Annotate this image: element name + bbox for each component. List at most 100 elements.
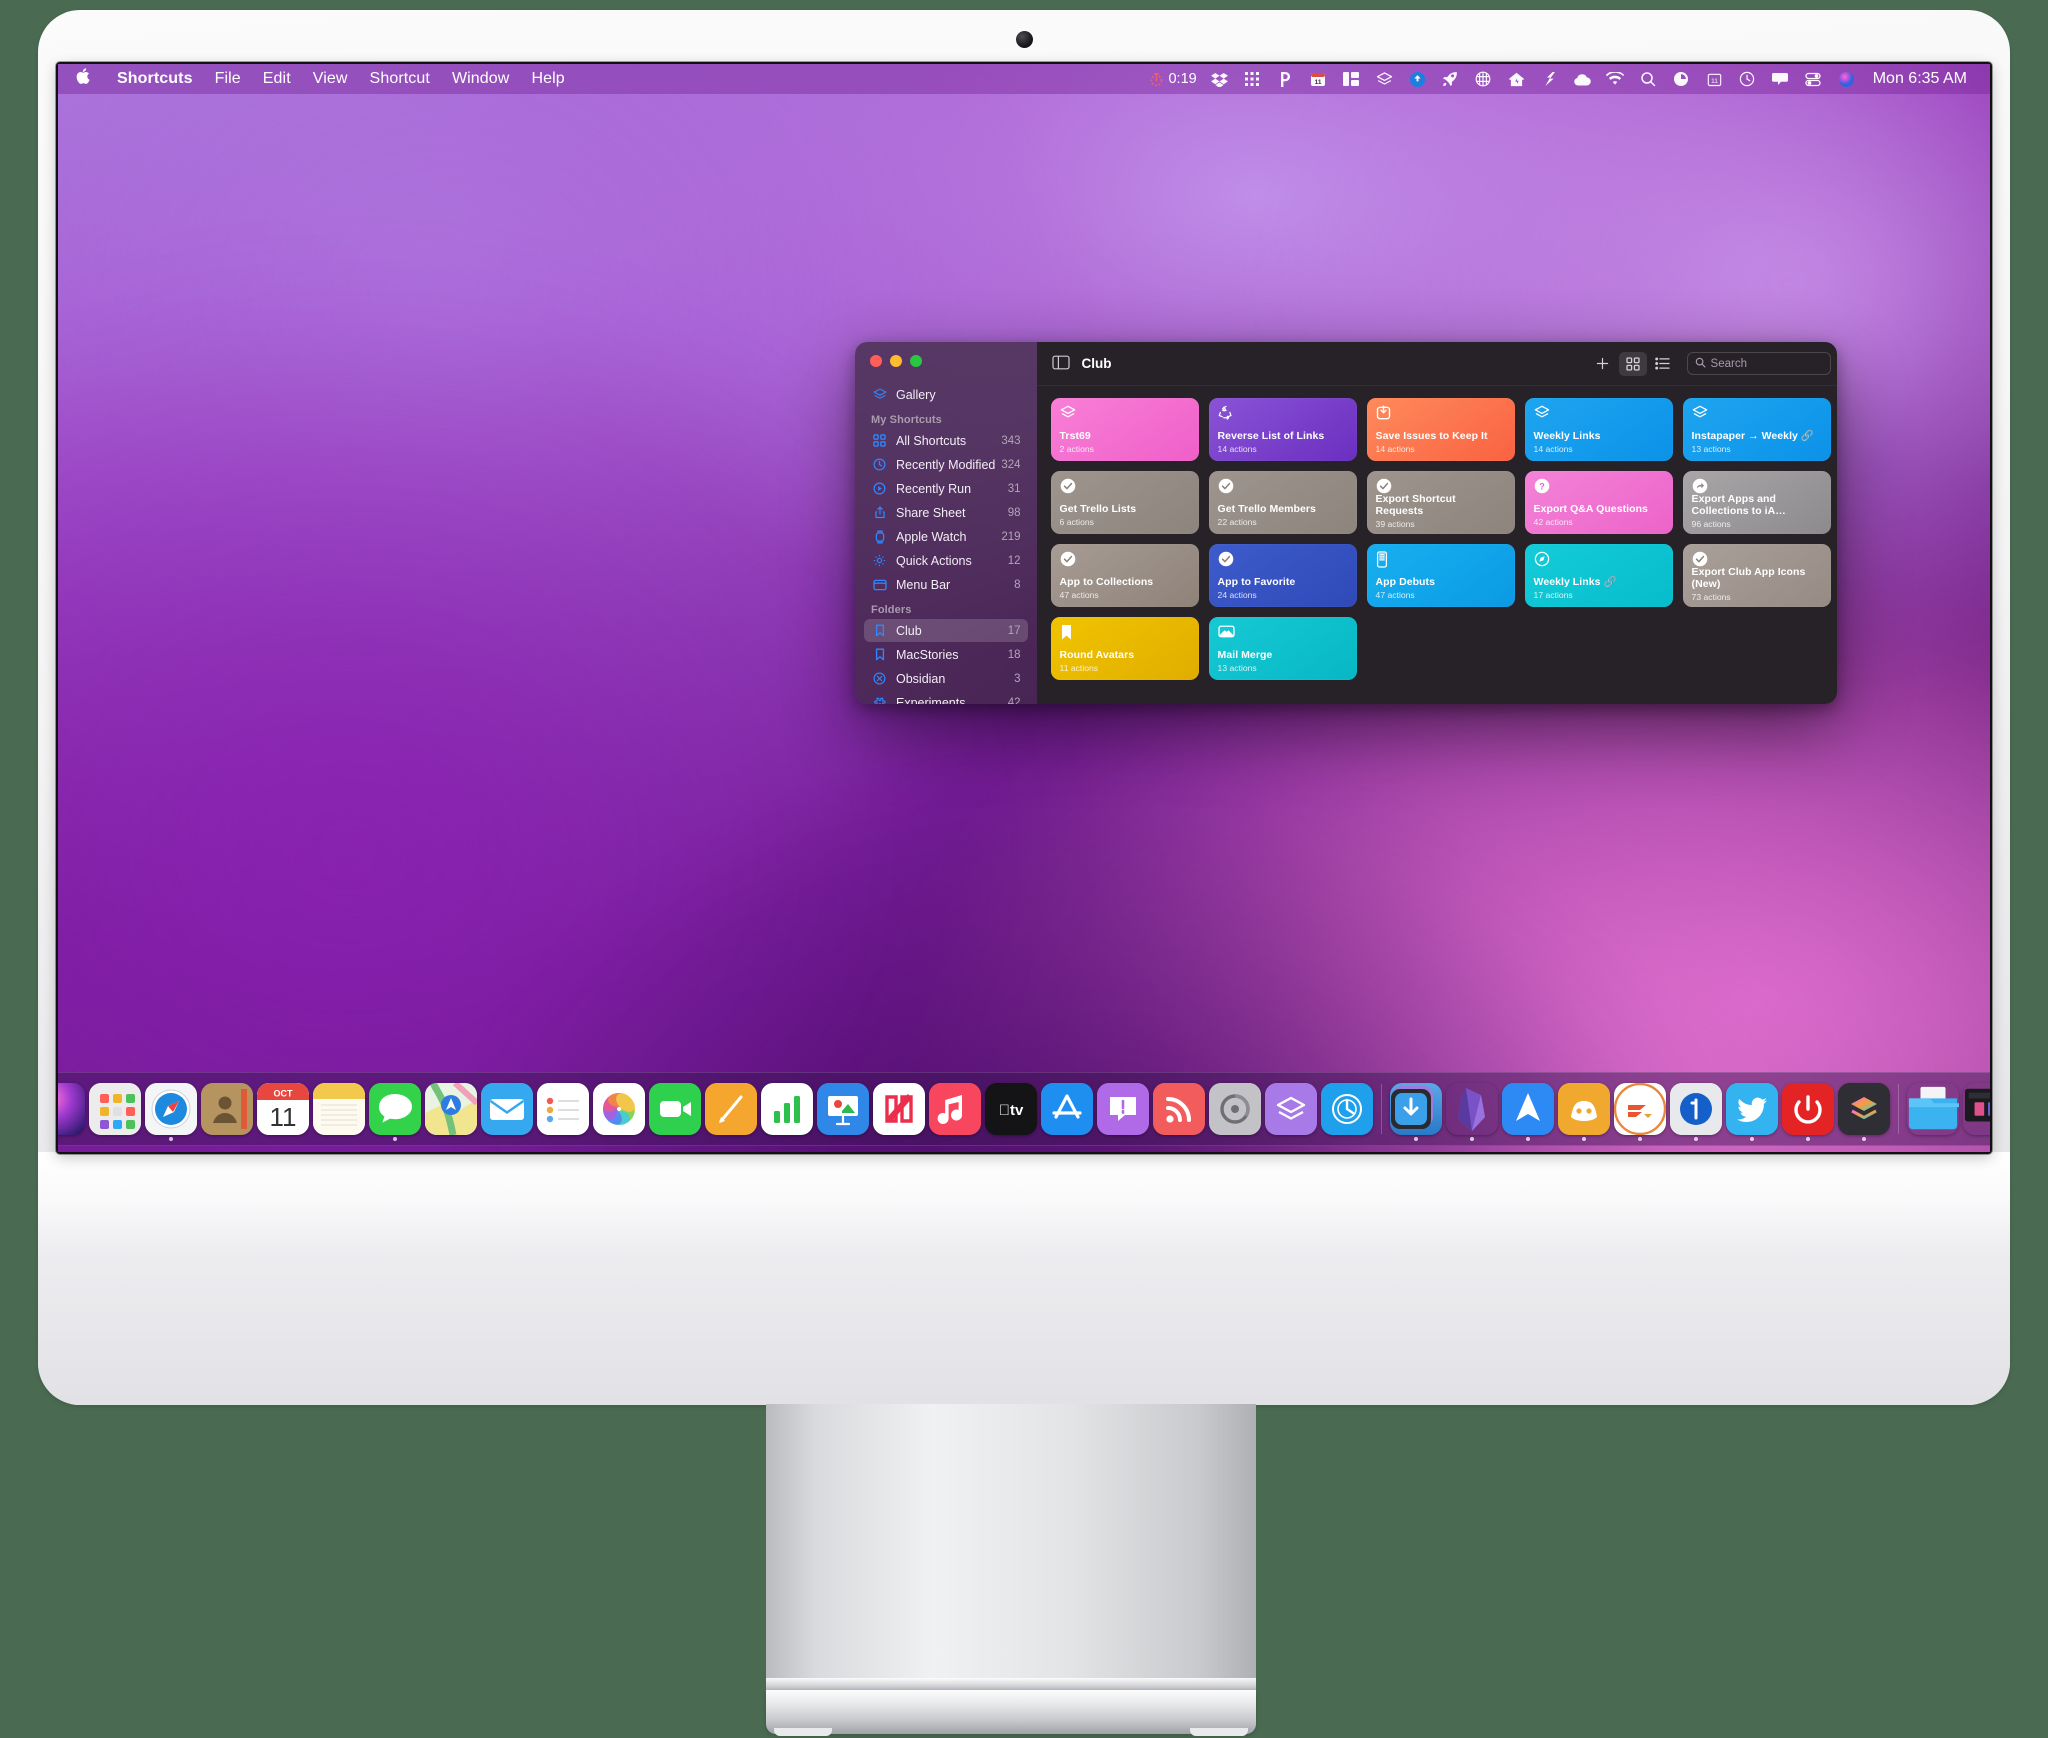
dock-item-timery[interactable] [1780,1072,1836,1146]
dock-item-timemachine[interactable] [1319,1072,1375,1146]
numpad-icon[interactable] [1236,64,1269,94]
shortcut-tile[interactable]: App to Favorite 24 actions [1208,544,1357,607]
home-icon[interactable] [1500,64,1533,94]
menu-item-file[interactable]: File [204,70,252,88]
dock-item-news[interactable] [871,1072,927,1146]
shortcut-tile[interactable]: Export Club App Icons (New) 73 actions [1682,544,1831,607]
menu-item-shortcut[interactable]: Shortcut [359,70,441,88]
shortcut-tile[interactable]: Reverse List of Links 14 actions [1208,398,1357,461]
shortcut-tile[interactable]: Round Avatars 11 actions [1050,617,1199,680]
dock-item-safari[interactable] [143,1072,199,1146]
dock-item-mail[interactable] [479,1072,535,1146]
dock-item-reeder[interactable] [1151,1072,1207,1146]
shortcut-tile[interactable]: Get Trello Members 22 actions [1208,471,1357,534]
dock-item-shortcuts[interactable] [1263,1072,1319,1146]
dock-item-onepassword[interactable] [1668,1072,1724,1146]
dock-item-numbers[interactable] [759,1072,815,1146]
menu-item-help[interactable]: Help [520,70,575,88]
menu-item-edit[interactable]: Edit [252,70,302,88]
dock-item-appstore[interactable] [1039,1072,1095,1146]
dock-item-downloads-folder[interactable] [1905,1072,1961,1146]
control-center-icon[interactable] [1797,64,1830,94]
minimize-button[interactable] [890,355,902,367]
dock-item-contacts[interactable] [199,1072,255,1146]
menu-item-view[interactable]: View [302,70,359,88]
dock-item-notes[interactable] [311,1072,367,1146]
dock-item-music[interactable] [927,1072,983,1146]
timer-status-item[interactable]: 0:19 [1149,71,1202,87]
sidebar-item-gallery[interactable]: Gallery [864,383,1028,406]
siri-icon[interactable] [1830,64,1863,94]
shortcut-tile[interactable]: Export Apps and Collections to iA… 96 act… [1682,471,1831,534]
shortcuts-menubar-icon[interactable] [1368,64,1401,94]
scrivener-icon[interactable] [1533,64,1566,94]
dock-item-freeform[interactable] [703,1072,759,1146]
bartender-icon[interactable] [1665,64,1698,94]
dock-item-messages[interactable] [367,1072,423,1146]
fantastical-icon[interactable]: 11 [1302,64,1335,94]
dock-item-fantastical[interactable] [1612,1072,1668,1146]
sidebar-item-obsidian[interactable]: Obsidian 3 [864,667,1028,690]
sidebar-item-menu-bar[interactable]: Menu Bar 8 [864,573,1028,596]
sidebar-item-experiments[interactable]: Experiments 42 [864,691,1028,704]
dock-item-twitter[interactable] [1724,1072,1780,1146]
cloud-icon[interactable] [1566,64,1599,94]
dock-item-shortcuts-app[interactable] [1836,1072,1892,1146]
dock-item-facetime[interactable] [647,1072,703,1146]
sidebar-item-quick-actions[interactable]: Quick Actions 12 [864,549,1028,572]
dock-item-feedback[interactable] [1095,1072,1151,1146]
dock-item-downie[interactable] [1388,1072,1444,1146]
wifi-icon[interactable] [1599,64,1632,94]
calendar-day-icon[interactable]: 11 [1698,64,1731,94]
dock-item-discord[interactable] [1556,1072,1612,1146]
apple-menu-icon[interactable] [75,67,90,88]
sidebar-item-club[interactable]: Club 17 [864,619,1028,642]
dock-item-reminders[interactable] [535,1072,591,1146]
rocket-icon[interactable] [1434,64,1467,94]
shortcut-tile[interactable]: App to Collections 47 actions [1050,544,1199,607]
dock-item-maps[interactable] [423,1072,479,1146]
dock-item-launchpad[interactable] [87,1072,143,1146]
cloudmounter-icon[interactable] [1401,64,1434,94]
shortcut-tile[interactable]: Weekly Links 14 actions [1524,398,1673,461]
dock-item-keynote[interactable] [815,1072,871,1146]
sidebar-item-recently-modified[interactable]: Recently Modified 324 [864,453,1028,476]
sidebar-item-all-shortcuts[interactable]: All Shortcuts 343 [864,429,1028,452]
grid-globe-icon[interactable] [1467,64,1500,94]
sidebar-item-macstories[interactable]: MacStories 18 [864,643,1028,666]
dock-item-calendar[interactable]: OCT 11 [255,1072,311,1146]
dock-item-recent-file[interactable] [1961,1072,1990,1146]
sidebar-toggle-icon[interactable] [1051,355,1070,373]
shortcut-tile[interactable]: Export Shortcut Requests 39 actions [1366,471,1515,534]
search-field[interactable]: Search [1686,352,1831,375]
add-shortcut-button[interactable] [1589,352,1617,376]
dropbox-icon[interactable] [1203,64,1236,94]
spotlight-search-icon[interactable] [1632,64,1665,94]
shortcut-tile[interactable]: Trst69 2 actions [1050,398,1199,461]
menu-app-name[interactable]: Shortcuts [106,70,204,88]
close-button[interactable] [870,355,882,367]
display-icon[interactable] [1764,64,1797,94]
dock-item-systemprefs[interactable] [1207,1072,1263,1146]
timemachine-icon[interactable] [1731,64,1764,94]
grid-view-button[interactable] [1618,351,1647,376]
list-view-button[interactable] [1649,352,1677,376]
dock-item-appletv[interactable]: tv [983,1072,1039,1146]
menu-bar-clock[interactable]: Mon 6:35 AM [1863,70,1975,88]
shortcut-tile[interactable]: Instapaper → Weekly 🔗 13 actions [1682,398,1831,461]
shortcut-tile[interactable]: App Debuts 47 actions [1366,544,1515,607]
shortcut-tile[interactable]: Save Issues to Keep It 14 actions [1366,398,1515,461]
dock-item-spark[interactable] [1500,1072,1556,1146]
menu-item-window[interactable]: Window [441,70,521,88]
maximize-button[interactable] [910,355,922,367]
rectangle-window-icon[interactable] [1335,64,1368,94]
popclip-icon[interactable] [1269,64,1302,94]
shortcut-tile[interactable]: ? Export Q&A Questions 42 actions [1524,471,1673,534]
sidebar-item-share-sheet[interactable]: Share Sheet 98 [864,501,1028,524]
dock-item-siri[interactable] [58,1072,87,1146]
shortcut-tile[interactable]: Mail Merge 13 actions [1208,617,1357,680]
shortcut-tile[interactable]: Get Trello Lists 6 actions [1050,471,1199,534]
shortcut-tile[interactable]: Weekly Links 🔗 17 actions [1524,544,1673,607]
sidebar-item-apple-watch[interactable]: Apple Watch 219 [864,525,1028,548]
sidebar-item-recently-run[interactable]: Recently Run 31 [864,477,1028,500]
